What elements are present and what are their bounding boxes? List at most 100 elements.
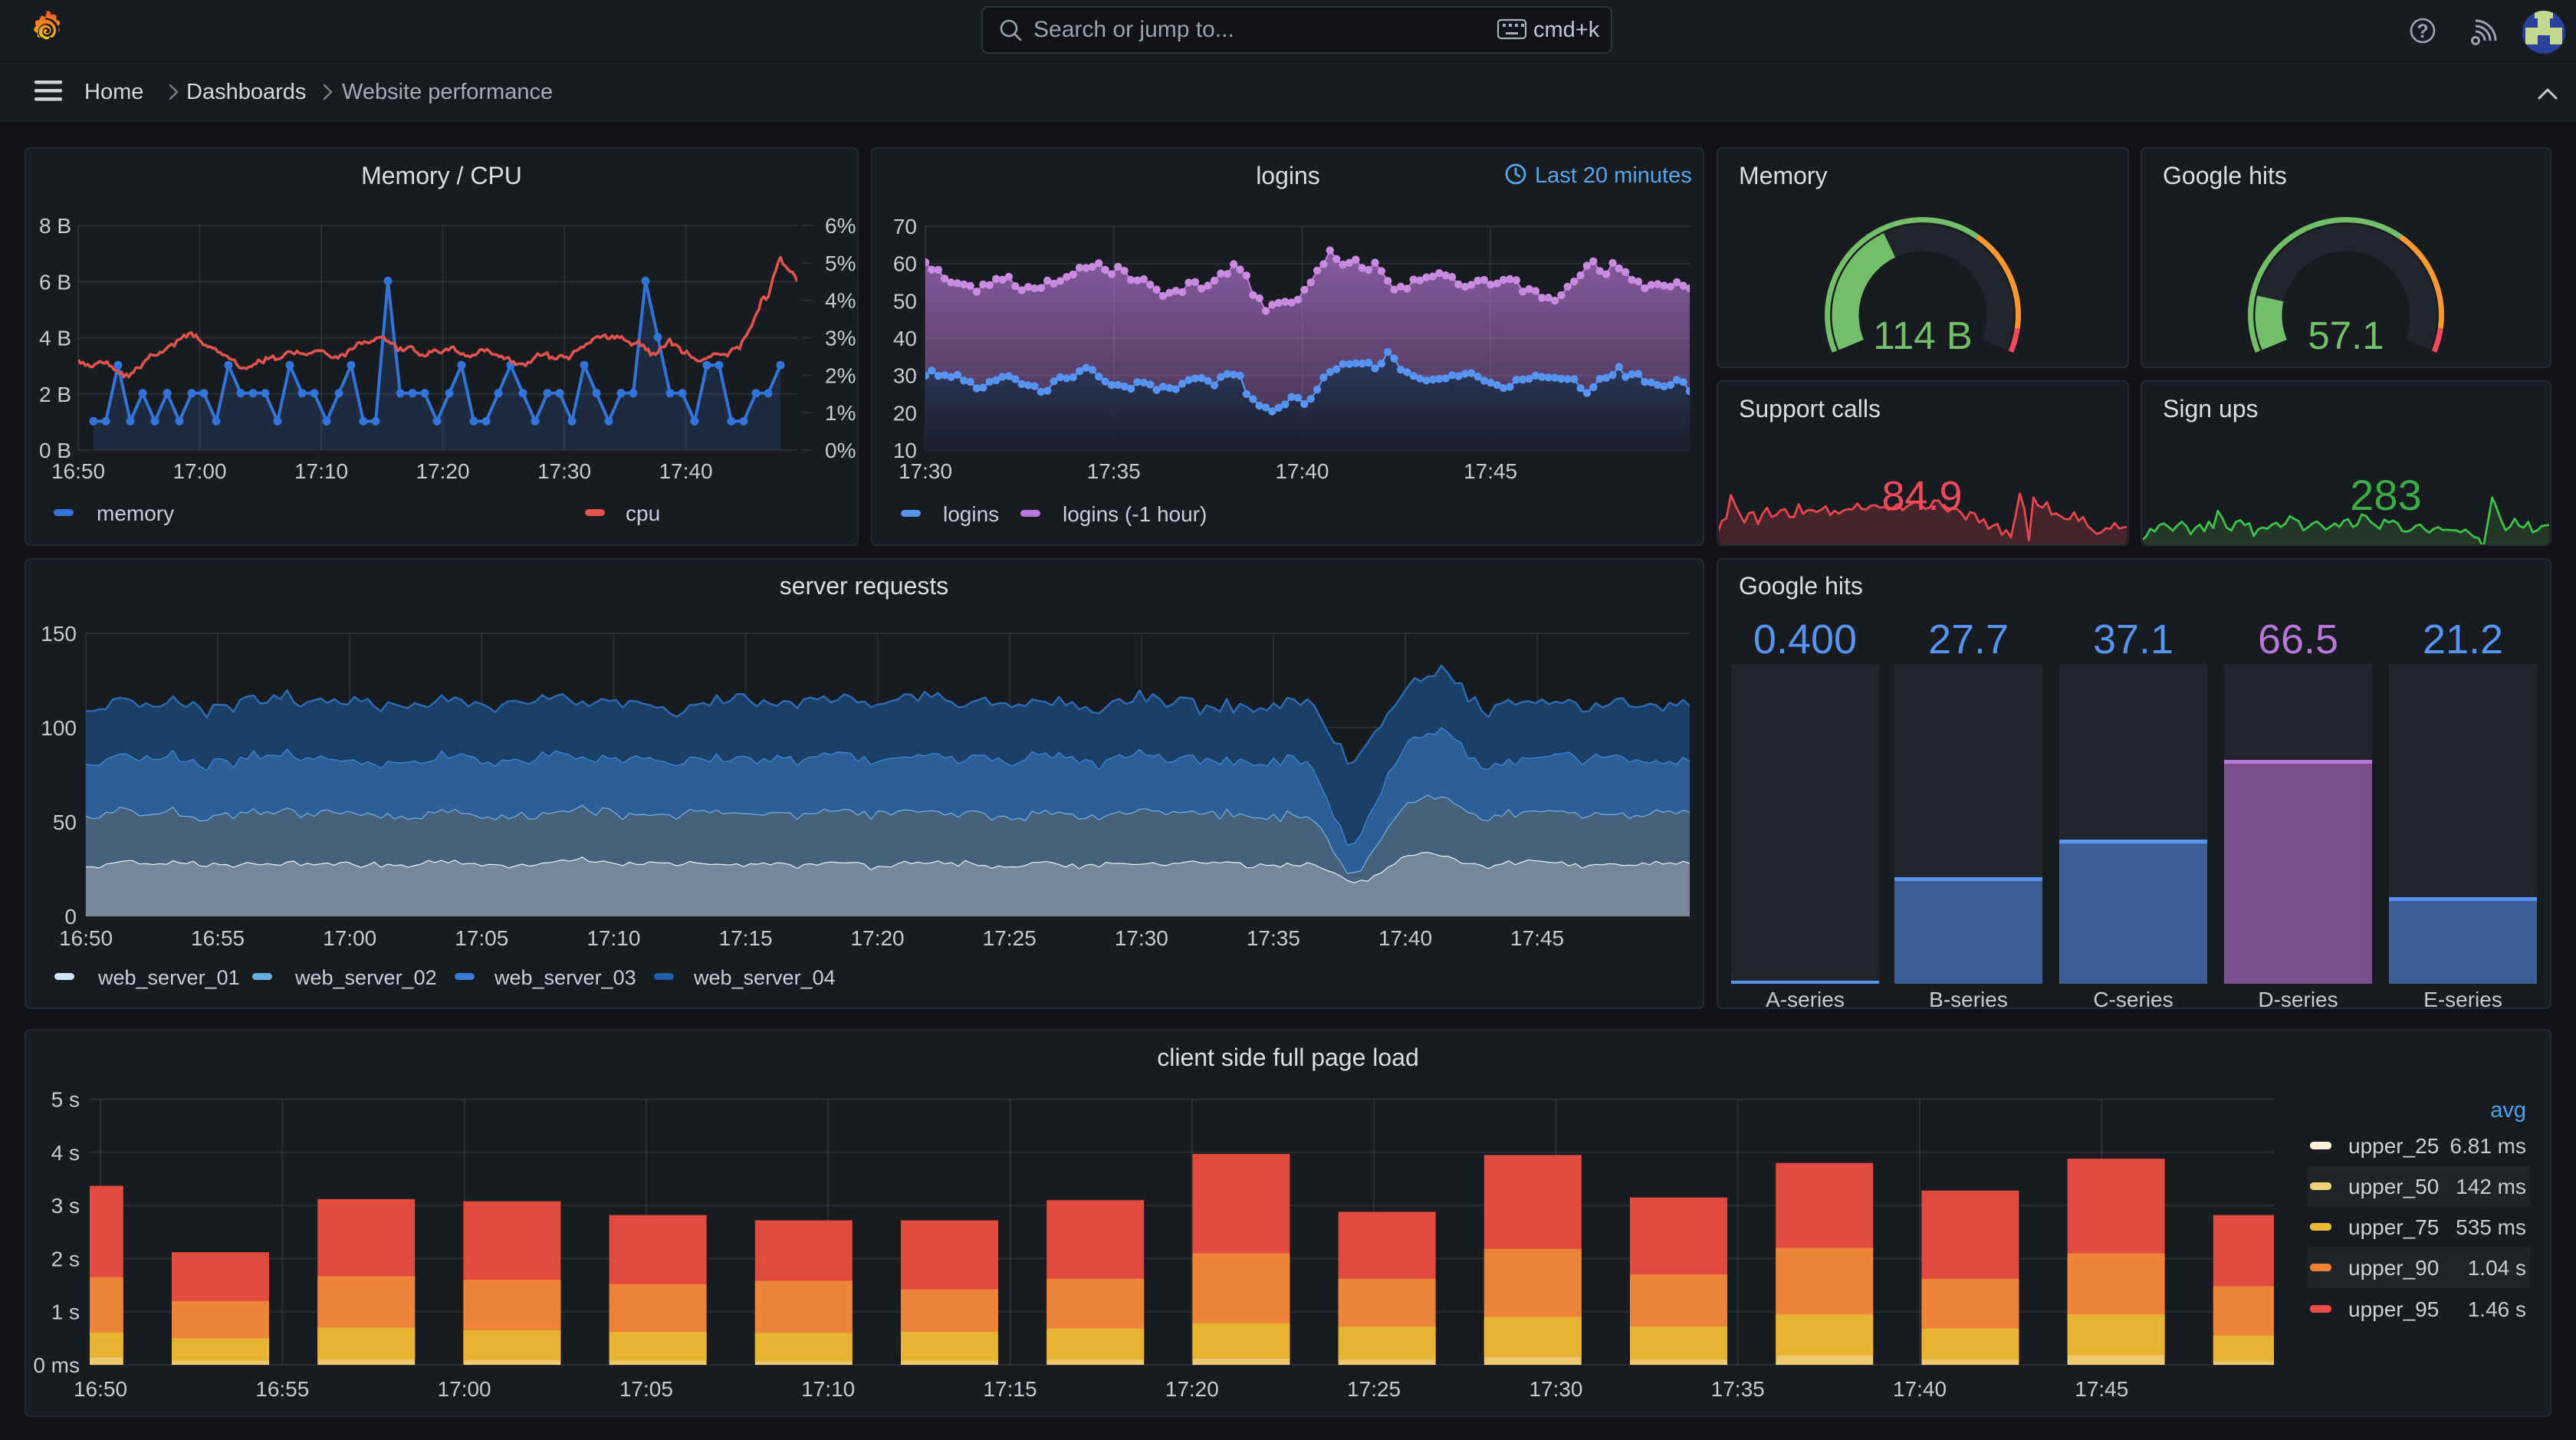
svg-text:D-series: D-series xyxy=(2258,988,2338,1011)
svg-text:70: 70 xyxy=(893,215,917,238)
svg-text:5%: 5% xyxy=(825,252,856,275)
svg-text:17:05: 17:05 xyxy=(619,1377,673,1401)
svg-text:upper_75: upper_75 xyxy=(2348,1215,2439,1239)
svg-text:A-series: A-series xyxy=(1766,988,1845,1011)
svg-text:17:25: 17:25 xyxy=(983,926,1037,950)
svg-text:17:45: 17:45 xyxy=(1510,926,1564,950)
svg-text:16:50: 16:50 xyxy=(59,926,113,950)
svg-text:server requests: server requests xyxy=(780,572,949,600)
svg-text:60: 60 xyxy=(893,252,917,276)
svg-text:5 s: 5 s xyxy=(51,1088,80,1112)
svg-text:17:10: 17:10 xyxy=(586,926,640,950)
svg-text:logins: logins xyxy=(943,502,999,526)
svg-text:100: 100 xyxy=(41,716,77,740)
svg-text:17:40: 17:40 xyxy=(659,459,712,483)
svg-text:17:20: 17:20 xyxy=(416,459,469,483)
svg-text:web_server_04: web_server_04 xyxy=(693,966,836,989)
svg-text:17:40: 17:40 xyxy=(1275,459,1329,483)
svg-text:6%: 6% xyxy=(825,214,856,238)
svg-text:17:25: 17:25 xyxy=(1347,1377,1401,1401)
svg-text:17:20: 17:20 xyxy=(1165,1377,1219,1401)
svg-text:142 ms: 142 ms xyxy=(2456,1175,2526,1198)
svg-text:Memory: Memory xyxy=(1739,162,1828,189)
svg-text:web_server_01: web_server_01 xyxy=(97,966,240,989)
svg-text:cmd+k: cmd+k xyxy=(1533,18,1600,42)
svg-text:17:30: 17:30 xyxy=(537,459,591,483)
svg-text:17:10: 17:10 xyxy=(801,1377,855,1401)
svg-text:2%: 2% xyxy=(825,363,856,387)
svg-text:B-series: B-series xyxy=(1929,988,2008,1011)
svg-text:6 B: 6 B xyxy=(39,270,71,294)
svg-text:Sign ups: Sign ups xyxy=(2163,395,2259,422)
svg-text:16:50: 16:50 xyxy=(74,1377,127,1401)
svg-text:Memory / CPU: Memory / CPU xyxy=(361,162,522,189)
svg-text:logins: logins xyxy=(1256,162,1320,189)
svg-text:17:05: 17:05 xyxy=(455,926,508,950)
svg-text:17:15: 17:15 xyxy=(983,1377,1037,1401)
svg-text:0: 0 xyxy=(64,905,77,929)
svg-text:17:20: 17:20 xyxy=(851,926,905,950)
svg-text:Support calls: Support calls xyxy=(1739,395,1881,422)
svg-text:1.46 s: 1.46 s xyxy=(2468,1297,2526,1321)
svg-text:17:45: 17:45 xyxy=(2075,1377,2128,1401)
svg-text:Home: Home xyxy=(84,80,143,104)
svg-text:37.1: 37.1 xyxy=(2093,616,2174,662)
svg-text:Website performance: Website performance xyxy=(342,80,553,104)
svg-text:1.04 s: 1.04 s xyxy=(2468,1256,2526,1280)
svg-text:0.400: 0.400 xyxy=(1753,616,1857,662)
svg-text:upper_25: upper_25 xyxy=(2348,1134,2439,1158)
svg-text:1 s: 1 s xyxy=(51,1300,80,1324)
svg-text:4 B: 4 B xyxy=(39,327,71,350)
svg-text:Last 20 minutes: Last 20 minutes xyxy=(1535,163,1692,188)
svg-text:logins (-1 hour): logins (-1 hour) xyxy=(1063,502,1207,526)
svg-text:40: 40 xyxy=(893,327,917,350)
svg-text:4 s: 4 s xyxy=(51,1141,80,1165)
svg-text:upper_95: upper_95 xyxy=(2348,1297,2439,1321)
svg-text:upper_90: upper_90 xyxy=(2348,1256,2439,1280)
svg-text:1%: 1% xyxy=(825,401,856,425)
svg-text:6.81 ms: 6.81 ms xyxy=(2450,1134,2526,1158)
svg-text:17:35: 17:35 xyxy=(1711,1377,1765,1401)
svg-text:17:35: 17:35 xyxy=(1247,926,1300,950)
svg-text:cpu: cpu xyxy=(626,501,660,525)
svg-text:upper_50: upper_50 xyxy=(2348,1175,2439,1198)
svg-text:66.5: 66.5 xyxy=(2258,616,2338,662)
svg-text:17:00: 17:00 xyxy=(438,1377,491,1401)
svg-text:27.7: 27.7 xyxy=(1928,616,2009,662)
svg-text:17:35: 17:35 xyxy=(1087,459,1141,483)
svg-text:21.2: 21.2 xyxy=(2423,616,2503,662)
svg-text:17:40: 17:40 xyxy=(1378,926,1432,950)
svg-text:16:55: 16:55 xyxy=(191,926,245,950)
svg-text:150: 150 xyxy=(41,622,77,646)
svg-text:114 B: 114 B xyxy=(1873,314,1973,357)
svg-text:web_server_03: web_server_03 xyxy=(494,966,636,989)
svg-text:?: ? xyxy=(2417,21,2428,42)
svg-text:30: 30 xyxy=(893,364,917,388)
svg-text:17:30: 17:30 xyxy=(1115,926,1168,950)
svg-text:Google hits: Google hits xyxy=(2163,162,2287,189)
svg-text:2 s: 2 s xyxy=(51,1247,80,1271)
svg-text:535 ms: 535 ms xyxy=(2456,1215,2526,1239)
svg-text:283: 283 xyxy=(2350,471,2421,519)
svg-text:E-series: E-series xyxy=(2423,988,2502,1011)
svg-text:0 ms: 0 ms xyxy=(33,1353,80,1377)
svg-text:avg: avg xyxy=(2490,1098,2526,1123)
svg-text:57.1: 57.1 xyxy=(2308,314,2384,357)
svg-text:3%: 3% xyxy=(825,327,856,350)
svg-text:C-series: C-series xyxy=(2093,988,2173,1011)
svg-text:web_server_02: web_server_02 xyxy=(294,966,437,989)
svg-text:17:00: 17:00 xyxy=(172,459,226,483)
svg-text:17:40: 17:40 xyxy=(1893,1377,1947,1401)
svg-text:17:10: 17:10 xyxy=(294,459,348,483)
svg-text:20: 20 xyxy=(893,401,917,425)
svg-text:50: 50 xyxy=(893,289,917,313)
svg-text:Google hits: Google hits xyxy=(1739,572,1863,600)
svg-text:17:00: 17:00 xyxy=(323,926,376,950)
svg-text:84.9: 84.9 xyxy=(1881,473,1962,519)
svg-text:0%: 0% xyxy=(825,439,856,462)
svg-text:2 B: 2 B xyxy=(39,383,71,406)
svg-text:16:50: 16:50 xyxy=(51,459,105,483)
svg-text:8 B: 8 B xyxy=(39,214,71,238)
svg-text:client side full page load: client side full page load xyxy=(1157,1044,1419,1071)
svg-text:Dashboards: Dashboards xyxy=(186,80,306,104)
